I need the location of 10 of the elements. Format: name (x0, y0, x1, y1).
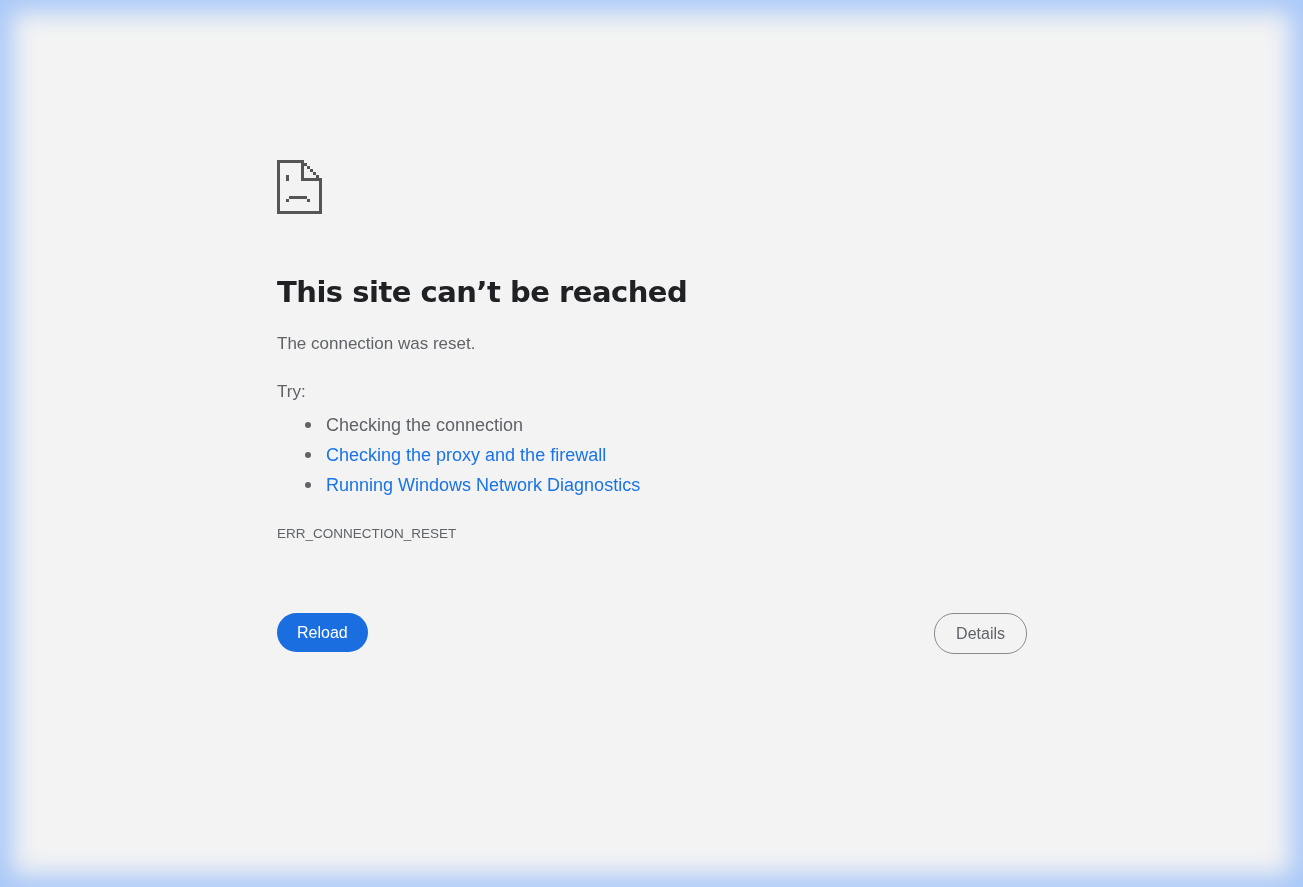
try-label: Try: (277, 381, 307, 403)
reload-button[interactable]: Reload (277, 613, 368, 652)
error-code: ERR_CONNECTION_RESET (277, 526, 458, 541)
suggestion-text: Checking the connection (326, 414, 524, 436)
error-message: The connection was reset. (277, 333, 477, 355)
sad-page-icon (277, 160, 322, 214)
details-button[interactable]: Details (934, 613, 1027, 654)
suggestion-link[interactable]: Running Windows Network Diagnostics (326, 474, 641, 496)
error-heading: This site can’t be reached (277, 274, 689, 310)
suggestion-link[interactable]: Checking the proxy and the firewall (326, 444, 607, 466)
